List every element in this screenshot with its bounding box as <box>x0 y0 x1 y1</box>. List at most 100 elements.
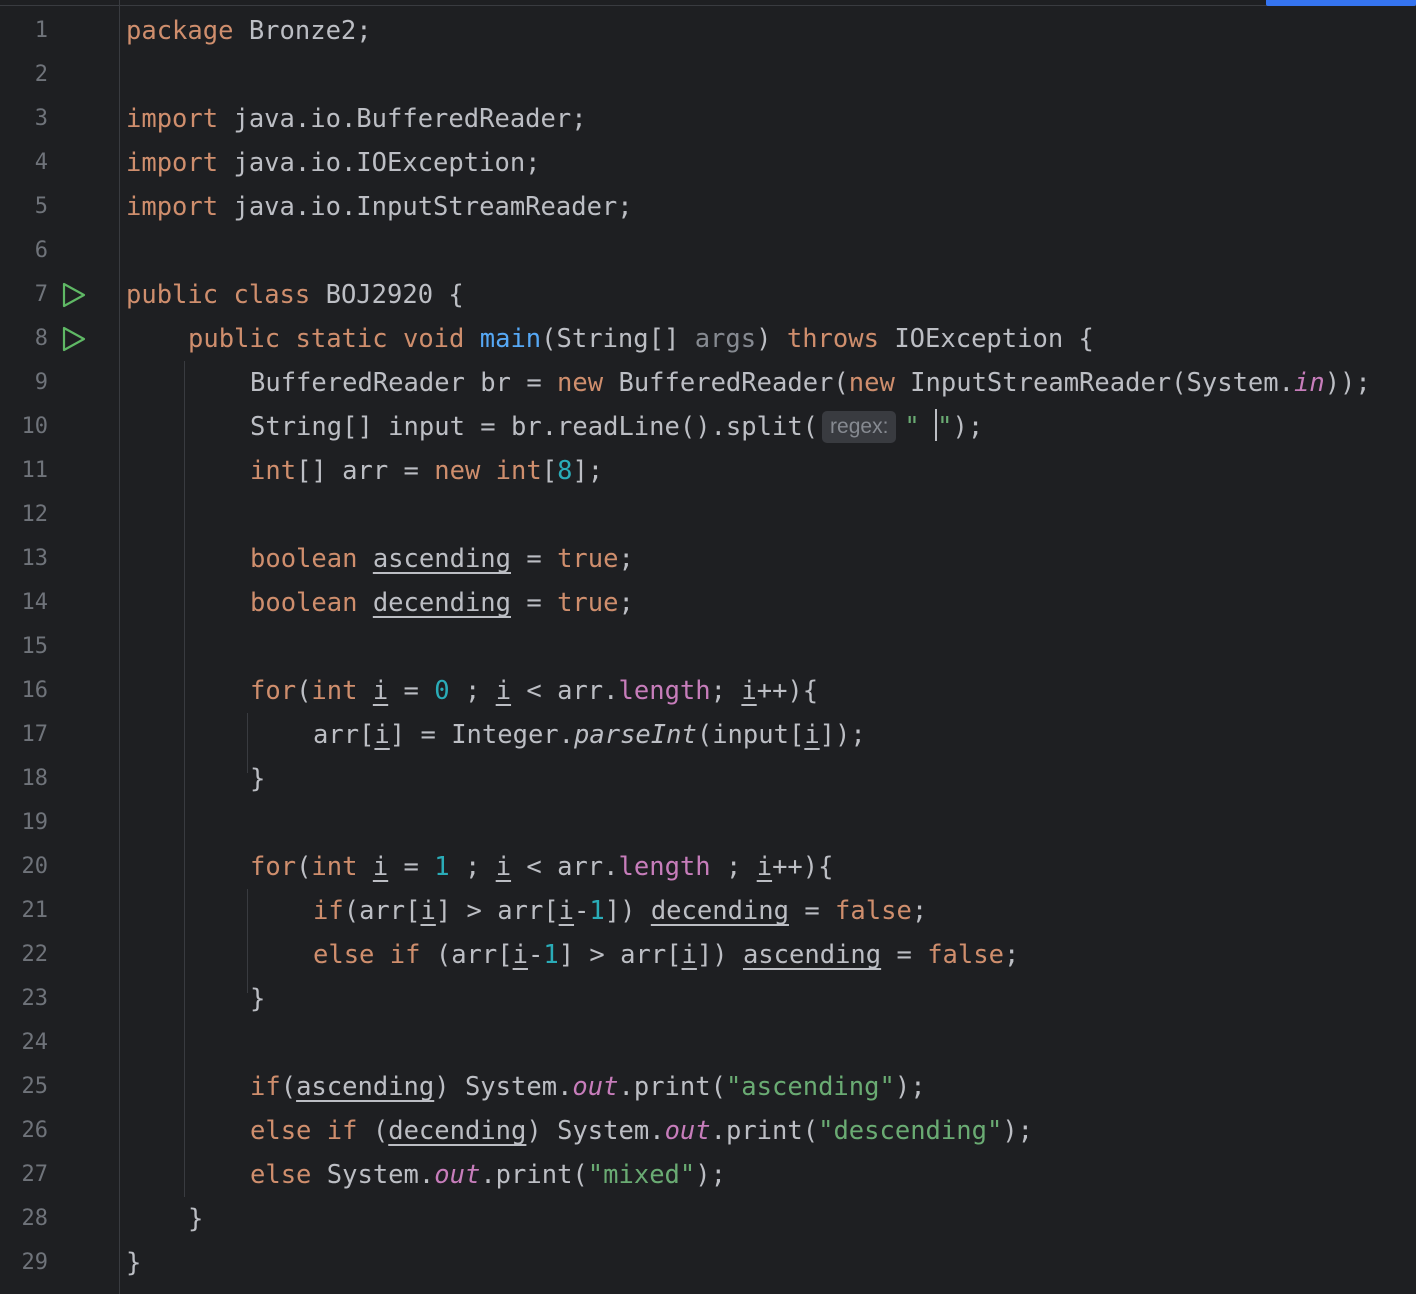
keyword: boolean <box>250 544 358 574</box>
keyword: static <box>295 324 388 354</box>
line-number: 19 <box>21 810 49 835</box>
code-text: java.io.InputStreamReader; <box>218 192 633 222</box>
keyword: if <box>250 1072 281 1102</box>
code-line-28[interactable]: } <box>188 1197 203 1241</box>
code-text: } <box>250 764 266 794</box>
code-editor[interactable]: package Bronze2; import java.io.Buffered… <box>126 9 1416 1294</box>
parameter-hint: regex: <box>822 411 897 443</box>
code-text: = <box>881 940 928 970</box>
code-text: IOException { <box>878 324 1094 354</box>
code-line-3[interactable]: import java.io.BufferedReader; <box>126 97 587 141</box>
code-line-5[interactable]: import java.io.InputStreamReader; <box>126 185 633 229</box>
keyword: void <box>402 324 465 354</box>
code-line-16[interactable]: for(int i = 0 ; i < arr.length; i++){ <box>250 669 818 713</box>
line-number: 27 <box>21 1162 49 1187</box>
code-text: ; <box>911 896 928 926</box>
keyword: throws <box>786 324 879 354</box>
code-line-9[interactable]: BufferedReader br = new BufferedReader(n… <box>250 361 1371 405</box>
line-number: 15 <box>21 634 49 659</box>
code-line-8[interactable]: public static void main(String[] args) t… <box>188 317 1094 361</box>
number-literal: 1 <box>434 852 450 882</box>
number-literal: 1 <box>589 896 605 926</box>
code-text: = <box>388 676 435 706</box>
code-line-14[interactable]: boolean decending = true; <box>250 581 634 625</box>
field: length <box>618 852 711 882</box>
static-field: out <box>434 1160 481 1190</box>
keyword: import <box>126 148 219 178</box>
code-line-13[interactable]: boolean ascending = true; <box>250 537 634 581</box>
line-number: 7 <box>34 282 48 307</box>
code-text: Bronze2; <box>233 16 372 46</box>
run-main-icon[interactable] <box>60 325 88 353</box>
code-text: [] arr = <box>296 456 435 486</box>
code-line-22[interactable]: else if (arr[i-1] > arr[i]) ascending = … <box>313 933 1019 977</box>
code-text: .print( <box>710 1116 819 1146</box>
line-number: 16 <box>21 678 49 703</box>
indent-guide <box>247 889 248 993</box>
reassigned-variable: i <box>495 676 512 706</box>
line-number: 9 <box>34 370 48 395</box>
keyword: if <box>389 940 421 970</box>
keyword: new <box>848 368 895 398</box>
code-text: ++){ <box>772 852 834 882</box>
editor-top-border <box>0 0 1416 6</box>
code-text: java.io.IOException; <box>218 148 541 178</box>
code-text: ( <box>280 1072 297 1102</box>
reassigned-variable: ascending <box>296 1072 435 1102</box>
line-number: 10 <box>21 414 49 439</box>
code-text: ); <box>1002 1116 1034 1146</box>
code-text: .print( <box>480 1160 588 1190</box>
code-line-18[interactable]: } <box>250 757 265 801</box>
code-text: ; <box>449 676 496 706</box>
unused-parameter: args <box>694 324 757 354</box>
keyword: else <box>250 1160 312 1190</box>
code-line-25[interactable]: if(ascending) System.out.print("ascendin… <box>250 1065 926 1109</box>
code-line-10[interactable]: String[] input = br.readLine().split(reg… <box>250 405 983 449</box>
string-literal: "ascending" <box>725 1072 895 1102</box>
static-field: in <box>1293 368 1325 398</box>
code-text: ); <box>695 1160 726 1190</box>
line-number: 29 <box>21 1250 49 1275</box>
reassigned-variable: i <box>741 676 757 706</box>
code-text: ; <box>710 852 757 882</box>
code-line-26[interactable]: else if (decending) System.out.print("de… <box>250 1109 1033 1153</box>
keyword: public <box>126 280 219 310</box>
keyword: int <box>495 456 542 486</box>
code-line-7[interactable]: public class BOJ2920 { <box>126 273 464 317</box>
code-text: < arr. <box>511 676 619 706</box>
code-text: System. <box>311 1160 435 1190</box>
code-text: InputStreamReader(System. <box>894 368 1294 398</box>
code-text: = <box>511 588 558 618</box>
line-number: 24 <box>21 1030 49 1055</box>
number-literal: 1 <box>543 940 559 970</box>
code-line-11[interactable]: int[] arr = new int[8]; <box>250 449 603 493</box>
code-text: )); <box>1324 368 1371 398</box>
code-text: ]) <box>604 896 651 926</box>
horizontal-scrollbar-thumb[interactable] <box>1266 0 1416 6</box>
static-method: parseInt <box>574 720 697 750</box>
code-text: } <box>126 1248 142 1278</box>
keyword: int <box>311 676 358 706</box>
reassigned-variable: i <box>558 896 575 926</box>
reassigned-variable: i <box>756 852 773 882</box>
code-line-23[interactable]: } <box>250 977 265 1021</box>
code-line-20[interactable]: for(int i = 1 ; i < arr.length ; i++){ <box>250 845 833 889</box>
code-text: java.io.BufferedReader; <box>218 104 587 134</box>
keyword: else <box>313 940 375 970</box>
code-line-4[interactable]: import java.io.IOException; <box>126 141 541 185</box>
code-line-29[interactable]: } <box>126 1241 141 1285</box>
code-text: ); <box>952 412 984 442</box>
code-text: < arr. <box>511 852 619 882</box>
code-line-27[interactable]: else System.out.print("mixed"); <box>250 1153 726 1197</box>
keyword: true <box>557 588 619 618</box>
reassigned-variable: decending <box>650 896 789 926</box>
code-line-21[interactable]: if(arr[i] > arr[i-1]) decending = false; <box>313 889 927 933</box>
code-line-17[interactable]: arr[i] = Integer.parseInt(input[i]); <box>313 713 866 757</box>
string-literal: "mixed" <box>587 1160 696 1190</box>
code-line-1[interactable]: package Bronze2; <box>126 9 372 53</box>
run-class-icon[interactable] <box>60 281 88 309</box>
